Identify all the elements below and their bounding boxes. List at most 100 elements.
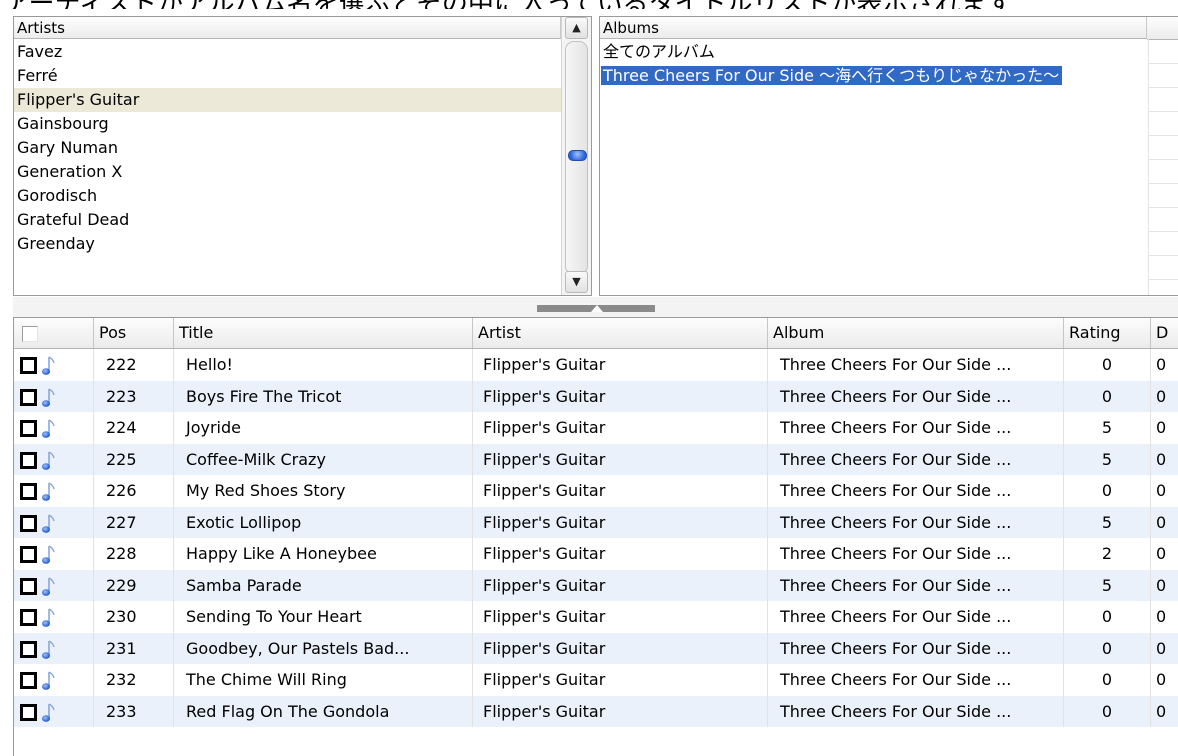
row-checkbox[interactable] xyxy=(20,483,37,500)
table-row[interactable]: 223 Boys Fire The Tricot Flipper's Guitar T… xyxy=(14,380,1178,412)
row-checkbox[interactable] xyxy=(20,609,37,626)
cell-rating: 5 xyxy=(1064,506,1151,538)
cell-title: Joyride xyxy=(174,412,473,444)
artist-list-item[interactable]: Gainsbourg xyxy=(14,112,561,136)
artist-list-item[interactable]: Gary Numan xyxy=(14,136,561,160)
table-row[interactable]: 231 Goodbey, Our Pastels Bad... Flipper's … xyxy=(14,632,1178,664)
column-header-pos[interactable]: Pos xyxy=(94,318,174,348)
pane-splitter[interactable] xyxy=(13,297,1178,317)
music-note-icon xyxy=(41,670,55,692)
artists-column-header[interactable]: Artists xyxy=(14,17,561,39)
cell-pos: 227 xyxy=(94,506,174,538)
albums-column-header[interactable]: Albums xyxy=(600,17,1147,39)
row-checkbox[interactable] xyxy=(20,703,37,721)
artist-list-item[interactable]: Favez xyxy=(14,40,561,64)
column-header-title[interactable]: Title xyxy=(174,318,473,348)
cell-title: Exotic Lollipop xyxy=(174,506,473,538)
cell-title: Red Flag On The Gondola xyxy=(174,695,473,727)
cell-rating: 0 xyxy=(1064,349,1151,381)
column-header-artist[interactable]: Artist xyxy=(473,318,768,348)
artist-list-item[interactable]: Flipper's Guitar xyxy=(14,88,561,112)
column-header-album[interactable]: Album xyxy=(768,318,1064,348)
artist-list-item[interactable]: Generation X xyxy=(14,160,561,184)
cell-album: Three Cheers For Our Side ... xyxy=(768,349,1064,381)
table-row[interactable]: 226 My Red Shoes Story Flipper's Guitar Thr… xyxy=(14,475,1178,507)
cell-pos: 233 xyxy=(94,695,174,727)
row-checkbox[interactable] xyxy=(20,640,37,658)
row-select-cell xyxy=(14,601,94,633)
artist-list-item[interactable]: Ferré xyxy=(14,64,561,88)
cell-album: Three Cheers For Our Side ... xyxy=(768,475,1064,507)
album-list-item[interactable]: 全てのアルバム xyxy=(600,40,1178,64)
cell-rating: 5 xyxy=(1064,443,1151,475)
table-row[interactable]: 232 The Chime Will Ring Flipper's Guitar Th… xyxy=(14,664,1178,696)
cell-extra: 0 xyxy=(1151,444,1178,476)
table-row[interactable]: 225 Coffee-Milk Crazy Flipper's Guitar Thre… xyxy=(14,443,1178,476)
cell-rating: 5 xyxy=(1064,569,1151,601)
cell-pos: 230 xyxy=(94,601,174,633)
cell-extra: 0 xyxy=(1151,538,1178,570)
cell-pos: 228 xyxy=(94,538,174,570)
cell-title: Happy Like A Honeybee xyxy=(174,538,473,570)
albums-rowline xyxy=(1148,111,1178,112)
collapse-arrow-icon[interactable] xyxy=(591,305,603,312)
table-row[interactable]: 224 Joyride Flipper's Guitar Three Cheers F… xyxy=(14,412,1178,444)
albums-rowline xyxy=(1148,255,1178,256)
cell-rating: 0 xyxy=(1064,475,1151,507)
column-header-extra[interactable]: D xyxy=(1151,318,1178,348)
arrow-down-icon[interactable]: ▼ xyxy=(565,271,588,293)
row-checkbox[interactable] xyxy=(20,672,37,689)
cell-extra: 0 xyxy=(1151,475,1178,507)
cell-rating: 2 xyxy=(1064,538,1151,570)
cell-artist: Flipper's Guitar xyxy=(473,601,768,633)
tracks-body: 222 Hello! Flipper's Guitar Three Cheers Fo… xyxy=(14,349,1178,727)
scrollbar-thumb[interactable] xyxy=(565,41,588,275)
album-list-item-label: Three Cheers For Our Side ～海へ行くつもりじゃなかった… xyxy=(600,65,1064,86)
arrow-up-icon[interactable]: ▲ xyxy=(565,17,588,39)
tracks-header: Pos Title Artist Album Rating D xyxy=(14,318,1178,349)
albums-list: 全てのアルバム Three Cheers For Our Side ～海へ行くつも… xyxy=(600,40,1178,88)
cell-pos: 226 xyxy=(94,475,174,507)
cell-pos: 224 xyxy=(94,412,174,444)
cell-pos: 223 xyxy=(94,380,174,412)
cell-artist: Flipper's Guitar xyxy=(473,538,768,570)
table-row[interactable]: 227 Exotic Lollipop Flipper's Guitar Three … xyxy=(14,506,1178,538)
table-row[interactable]: 222 Hello! Flipper's Guitar Three Cheers Fo… xyxy=(14,349,1178,381)
table-row[interactable]: 233 Red Flag On The Gondola Flipper's Guit… xyxy=(14,695,1178,728)
artist-list-item[interactable]: Grateful Dead xyxy=(14,208,561,232)
music-note-icon xyxy=(41,576,55,598)
artist-list-item[interactable]: Greenday xyxy=(14,232,561,256)
row-checkbox[interactable] xyxy=(20,514,37,532)
row-checkbox[interactable] xyxy=(20,357,37,374)
artists-pane: Artists Favez Ferré Flipper's Guitar Gainsb… xyxy=(13,16,592,296)
row-checkbox[interactable] xyxy=(20,546,37,563)
table-row[interactable]: 228 Happy Like A Honeybee Flipper's Guitar… xyxy=(14,538,1178,570)
row-select-cell xyxy=(14,349,94,381)
artist-list-item[interactable]: Gorodisch xyxy=(14,184,561,208)
cell-album: Three Cheers For Our Side ... xyxy=(768,695,1064,727)
music-note-icon xyxy=(41,607,55,629)
row-checkbox[interactable] xyxy=(20,451,37,469)
cell-title: Sending To Your Heart xyxy=(174,601,473,633)
albums-rowline xyxy=(1148,207,1178,208)
cell-album: Three Cheers For Our Side ... xyxy=(768,664,1064,696)
row-checkbox[interactable] xyxy=(20,420,37,437)
cell-extra: 0 xyxy=(1151,696,1178,728)
row-checkbox[interactable] xyxy=(20,388,37,406)
table-row[interactable]: 229 Samba Parade Flipper's Guitar Three Che… xyxy=(14,569,1178,601)
select-all-column[interactable] xyxy=(14,318,94,348)
cell-album: Three Cheers For Our Side ... xyxy=(768,601,1064,633)
column-header-rating[interactable]: Rating xyxy=(1064,318,1151,348)
music-note-icon xyxy=(41,639,55,661)
albums-header-filler xyxy=(1147,17,1178,40)
cell-artist: Flipper's Guitar xyxy=(473,569,768,601)
table-row[interactable]: 230 Sending To Your Heart Flipper's Guitar… xyxy=(14,601,1178,633)
cell-rating: 0 xyxy=(1064,632,1151,664)
select-all-checkbox[interactable] xyxy=(22,326,38,342)
scrollbar-grip[interactable] xyxy=(568,150,587,161)
album-list-item[interactable]: Three Cheers For Our Side ～海へ行くつもりじゃなかった… xyxy=(600,64,1178,88)
artists-scrollbar[interactable]: ▲ ▼ xyxy=(561,17,591,295)
row-checkbox[interactable] xyxy=(20,577,37,595)
cell-artist: Flipper's Guitar xyxy=(473,695,768,727)
albums-rowline xyxy=(1148,183,1178,184)
